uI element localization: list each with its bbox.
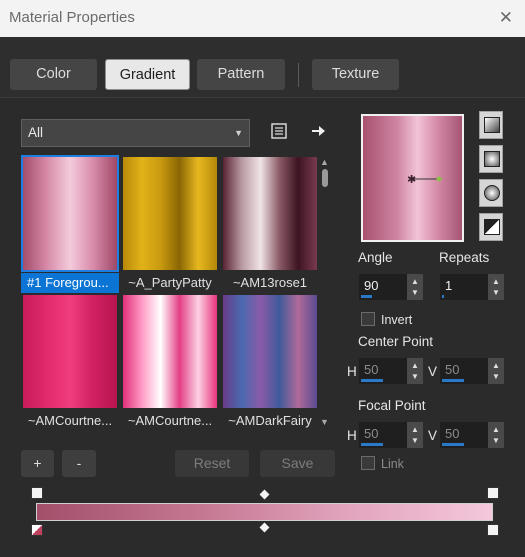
gradient-label: ~AMCourtne... bbox=[27, 413, 113, 428]
repeats-label: Repeats bbox=[439, 250, 490, 265]
gradient-swatch bbox=[123, 295, 217, 408]
tab-color[interactable]: Color bbox=[10, 59, 97, 90]
tab-divider bbox=[298, 63, 299, 87]
focal-v-level-bar bbox=[442, 443, 464, 446]
bottom-left-color-stop[interactable] bbox=[31, 524, 43, 536]
gradient-library: #1 Foregrou... ~A_PartyPatty ~AM13rose1 … bbox=[21, 155, 319, 432]
chevron-up-icon[interactable]: ▲ bbox=[320, 157, 329, 167]
angle-value: 90 bbox=[364, 278, 379, 293]
reset-button[interactable]: Reset bbox=[175, 450, 249, 477]
rectangular-style-icon[interactable] bbox=[479, 145, 503, 173]
title-bar: Material Properties ✕ bbox=[0, 0, 525, 37]
angle-level-bar bbox=[361, 295, 372, 298]
window-title: Material Properties bbox=[9, 9, 135, 26]
gradient-swatch bbox=[223, 157, 317, 270]
svg-text:✱: ✱ bbox=[407, 173, 416, 186]
top-midpoint-marker[interactable] bbox=[259, 489, 270, 500]
gradient-swatch bbox=[123, 157, 217, 270]
gradient-swatch bbox=[223, 295, 317, 408]
center-v-spin-arrows[interactable]: ▲ ▼ bbox=[488, 358, 504, 384]
center-v-label: V bbox=[428, 364, 438, 379]
tab-pattern[interactable]: Pattern bbox=[197, 59, 285, 90]
focal-h-spin-arrows[interactable]: ▲ ▼ bbox=[407, 422, 423, 448]
center-h-stepper[interactable]: 50 ▲ ▼ bbox=[359, 358, 423, 384]
selection-border bbox=[21, 155, 119, 272]
center-h-label: H bbox=[347, 364, 357, 379]
focal-h-level-bar bbox=[361, 443, 383, 446]
gradient-label: ~A_PartyPatty bbox=[128, 275, 212, 290]
category-dropdown[interactable]: All ▼ bbox=[21, 119, 250, 147]
angle-spin-arrows[interactable]: ▲ ▼ bbox=[407, 274, 423, 300]
bottom-right-color-stop[interactable] bbox=[487, 524, 499, 536]
tab-gradient[interactable]: Gradient bbox=[105, 59, 190, 90]
gradient-label: ~AM13rose1 bbox=[232, 275, 308, 290]
remove-gradient-button[interactable]: - bbox=[62, 450, 96, 477]
center-v-value: 50 bbox=[445, 362, 460, 377]
top-right-stop-marker[interactable] bbox=[487, 487, 499, 499]
angle-stepper[interactable]: 90 ▲ ▼ bbox=[359, 274, 423, 300]
center-h-spin-arrows[interactable]: ▲ ▼ bbox=[407, 358, 423, 384]
chevron-down-icon[interactable]: ▼ bbox=[320, 417, 329, 427]
focal-v-stepper[interactable]: 50 ▲ ▼ bbox=[440, 422, 504, 448]
center-point-label: Center Point bbox=[358, 334, 434, 349]
gradient-label: #1 Foregrou... bbox=[21, 273, 119, 293]
top-left-stop-marker[interactable] bbox=[31, 487, 43, 499]
category-value: All bbox=[28, 125, 44, 140]
link-label: Link bbox=[381, 457, 404, 471]
repeats-level-bar bbox=[442, 295, 444, 298]
chevron-down-icon: ▼ bbox=[234, 128, 243, 138]
linear-style-icon[interactable] bbox=[479, 111, 503, 139]
focal-h-label: H bbox=[347, 428, 357, 443]
repeats-value: 1 bbox=[445, 278, 453, 293]
sunburst-style-icon[interactable] bbox=[479, 179, 503, 207]
focal-point-label: Focal Point bbox=[358, 398, 426, 413]
add-gradient-button[interactable]: + bbox=[21, 450, 54, 477]
center-v-level-bar bbox=[442, 379, 464, 382]
close-icon[interactable]: ✕ bbox=[499, 8, 513, 28]
gradient-label: ~AMCourtne... bbox=[127, 413, 213, 428]
scrollbar-thumb[interactable] bbox=[322, 169, 328, 187]
focal-v-label: V bbox=[428, 428, 438, 443]
link-checkbox[interactable] bbox=[361, 456, 375, 470]
focal-h-stepper[interactable]: 50 ▲ ▼ bbox=[359, 422, 423, 448]
tab-texture[interactable]: Texture bbox=[312, 59, 399, 90]
focal-h-value: 50 bbox=[364, 426, 379, 441]
arrow-right-icon[interactable] bbox=[309, 121, 329, 141]
center-v-stepper[interactable]: 50 ▲ ▼ bbox=[440, 358, 504, 384]
bottom-midpoint-marker[interactable] bbox=[259, 522, 270, 533]
tab-bar: Color Gradient Pattern Texture bbox=[0, 37, 525, 98]
angle-label: Angle bbox=[358, 250, 393, 265]
focal-v-value: 50 bbox=[445, 426, 460, 441]
repeats-spin-arrows[interactable]: ▲ ▼ bbox=[488, 274, 504, 300]
focal-v-spin-arrows[interactable]: ▲ ▼ bbox=[488, 422, 504, 448]
list-icon[interactable] bbox=[269, 121, 289, 141]
gradient-label: ~AMDarkFairy bbox=[228, 413, 312, 428]
gradient-editor-bar[interactable] bbox=[36, 503, 493, 521]
center-h-value: 50 bbox=[364, 362, 379, 377]
invert-checkbox[interactable] bbox=[361, 312, 375, 326]
invert-label: Invert bbox=[381, 313, 413, 327]
gradient-swatch bbox=[23, 295, 117, 408]
center-h-level-bar bbox=[361, 379, 383, 382]
repeats-stepper[interactable]: 1 ▲ ▼ bbox=[440, 274, 504, 300]
save-button[interactable]: Save bbox=[260, 450, 335, 477]
gradient-preview[interactable]: ✱ bbox=[361, 114, 464, 242]
radial-style-icon[interactable] bbox=[479, 213, 503, 241]
library-scrollbar[interactable]: ▲ ▼ bbox=[319, 155, 331, 432]
